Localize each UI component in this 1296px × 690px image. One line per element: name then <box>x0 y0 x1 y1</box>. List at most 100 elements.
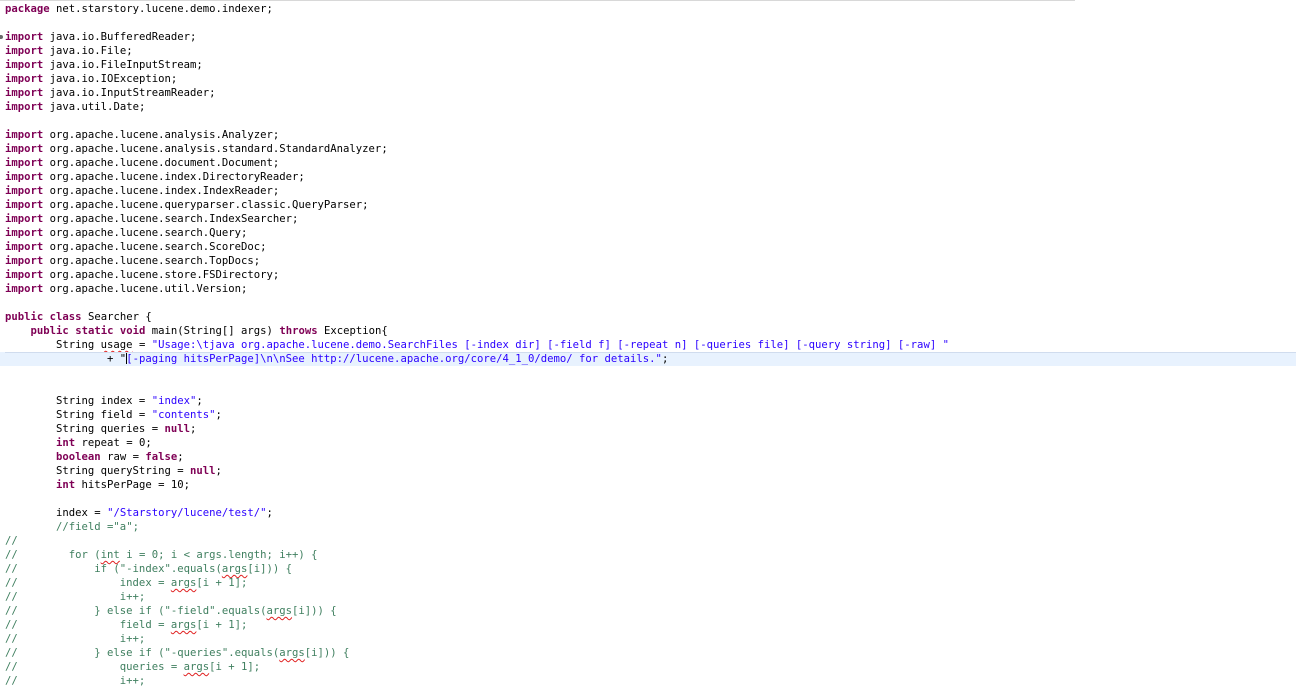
code-line[interactable] <box>5 16 1296 30</box>
comment-token: //field ="a"; <box>56 521 139 533</box>
code-token: hitsPerPage = 10; <box>75 479 190 491</box>
comment-token: // i++; <box>5 675 146 687</box>
code-token: net.starstory.lucene.demo.indexer; <box>49 3 273 15</box>
warning-token: args <box>183 661 210 673</box>
code-line[interactable]: import org.apache.lucene.search.IndexSea… <box>5 212 1296 226</box>
code-line[interactable]: int repeat = 0; <box>5 436 1296 450</box>
code-line[interactable]: // <box>5 534 1296 548</box>
code-line[interactable]: import java.util.Date; <box>5 100 1296 114</box>
code-line[interactable]: import org.apache.lucene.search.Query; <box>5 226 1296 240</box>
warning-token: args <box>170 619 197 631</box>
code-line[interactable] <box>5 296 1296 310</box>
code-line[interactable]: // if ("-index".equals(args[i])) { <box>5 562 1296 576</box>
code-token: org.apache.lucene.search.Query; <box>43 227 248 239</box>
comment-token: [i + 1]; <box>196 619 248 631</box>
keyword-token: false <box>145 451 178 463</box>
code-line[interactable]: import java.io.IOException; <box>5 72 1296 86</box>
code-token: org.apache.lucene.store.FSDirectory; <box>43 269 280 281</box>
code-line[interactable] <box>5 380 1296 394</box>
keyword-token: import <box>5 143 44 155</box>
code-token: ; <box>661 353 669 365</box>
keyword-token: class <box>49 311 82 323</box>
code-token: = <box>132 339 152 351</box>
code-line[interactable]: package net.starstory.lucene.demo.indexe… <box>5 2 1296 16</box>
code-line[interactable]: // i++; <box>5 674 1296 688</box>
code-token: String queries = <box>5 423 165 435</box>
code-line[interactable]: // field = args[i + 1]; <box>5 618 1296 632</box>
keyword-token: import <box>5 241 44 253</box>
code-line[interactable]: import org.apache.lucene.queryparser.cla… <box>5 198 1296 212</box>
code-line[interactable]: // } else if ("-field".equals(args[i])) … <box>5 604 1296 618</box>
comment-token: // } else if ("-field".equals( <box>5 605 267 617</box>
code-line[interactable]: // index = args[i + 1]; <box>5 576 1296 590</box>
code-token: org.apache.lucene.util.Version; <box>43 283 248 295</box>
comment-token: [i + 1]; <box>196 577 248 589</box>
code-line[interactable]: String queryString = null; <box>5 464 1296 478</box>
code-line[interactable]: // for (int i = 0; i < args.length; i++)… <box>5 548 1296 562</box>
keyword-token: import <box>5 255 44 267</box>
code-token: org.apache.lucene.queryparser.classic.Qu… <box>43 199 369 211</box>
comment-token: // queries = <box>5 661 184 673</box>
code-line[interactable]: // } else if ("-queries".equals(args[i])… <box>5 646 1296 660</box>
code-line[interactable]: import org.apache.lucene.analysis.standa… <box>5 142 1296 156</box>
code-token: java.io.BufferedReader; <box>43 31 197 43</box>
keyword-token: import <box>5 213 44 225</box>
code-lines[interactable]: package net.starstory.lucene.demo.indexe… <box>0 2 1296 688</box>
code-line[interactable]: import java.io.FileInputStream; <box>5 58 1296 72</box>
code-line[interactable]: import org.apache.lucene.store.FSDirecto… <box>5 268 1296 282</box>
keyword-token: import <box>5 129 44 141</box>
current-code-line[interactable]: + "[-paging hitsPerPage]\n\nSee http://l… <box>0 352 1296 366</box>
keyword-token: static <box>75 325 114 337</box>
code-line[interactable]: String field = "contents"; <box>5 408 1296 422</box>
code-line[interactable]: import org.apache.lucene.util.Version; <box>5 282 1296 296</box>
code-token: Searcher { <box>81 311 152 323</box>
code-line[interactable]: //field ="a"; <box>5 520 1296 534</box>
code-editor[interactable]: package net.starstory.lucene.demo.indexe… <box>0 0 1296 690</box>
code-line[interactable]: public class Searcher { <box>5 310 1296 324</box>
code-line[interactable]: import java.io.BufferedReader; <box>0 30 1296 44</box>
code-token: org.apache.lucene.search.ScoreDoc; <box>43 241 267 253</box>
code-line[interactable]: String index = "index"; <box>5 394 1296 408</box>
code-token: Exception{ <box>317 325 388 337</box>
code-line[interactable]: import java.io.File; <box>5 44 1296 58</box>
code-line[interactable]: public static void main(String[] args) t… <box>5 324 1296 338</box>
comment-token: // <box>5 535 18 547</box>
code-token: String queryString = <box>5 465 190 477</box>
code-line[interactable] <box>5 492 1296 506</box>
code-token: java.io.FileInputStream; <box>43 59 203 71</box>
code-line[interactable]: import java.io.InputStreamReader; <box>5 86 1296 100</box>
code-line[interactable]: import org.apache.lucene.index.Directory… <box>5 170 1296 184</box>
comment-token: // field = <box>5 619 171 631</box>
code-token: String field = <box>5 409 152 421</box>
code-line[interactable]: import org.apache.lucene.document.Docume… <box>5 156 1296 170</box>
code-line[interactable]: String queries = null; <box>5 422 1296 436</box>
code-token: ; <box>196 395 203 407</box>
code-line[interactable]: // queries = args[i + 1]; <box>5 660 1296 674</box>
keyword-token: import <box>5 227 44 239</box>
code-token: org.apache.lucene.analysis.Analyzer; <box>43 129 280 141</box>
keyword-token: public <box>30 325 69 337</box>
code-token: ; <box>189 423 197 435</box>
code-line[interactable]: index = "/Starstory/lucene/test/"; <box>5 506 1296 520</box>
code-line[interactable]: int hitsPerPage = 10; <box>5 478 1296 492</box>
comment-token: [i])) { <box>304 647 350 659</box>
code-line[interactable]: String usage = "Usage:\tjava org.apache.… <box>5 338 1296 352</box>
fold-marker-icon[interactable] <box>0 35 3 39</box>
string-literal: "Usage:\tjava org.apache.lucene.demo.Sea… <box>151 339 949 351</box>
code-token: java.io.InputStreamReader; <box>43 87 216 99</box>
code-token: main(String[] args) <box>145 325 280 337</box>
code-line[interactable]: import org.apache.lucene.search.TopDocs; <box>5 254 1296 268</box>
code-line[interactable]: import org.apache.lucene.analysis.Analyz… <box>5 128 1296 142</box>
code-line[interactable]: import org.apache.lucene.search.ScoreDoc… <box>5 240 1296 254</box>
code-line[interactable] <box>5 366 1296 380</box>
keyword-token: int <box>56 437 76 449</box>
code-token: ; <box>215 409 222 421</box>
code-line[interactable]: // i++; <box>5 632 1296 646</box>
code-line[interactable]: // i++; <box>5 590 1296 604</box>
code-line[interactable] <box>5 114 1296 128</box>
code-line[interactable]: boolean raw = false; <box>5 450 1296 464</box>
code-line[interactable]: import org.apache.lucene.index.IndexRead… <box>5 184 1296 198</box>
